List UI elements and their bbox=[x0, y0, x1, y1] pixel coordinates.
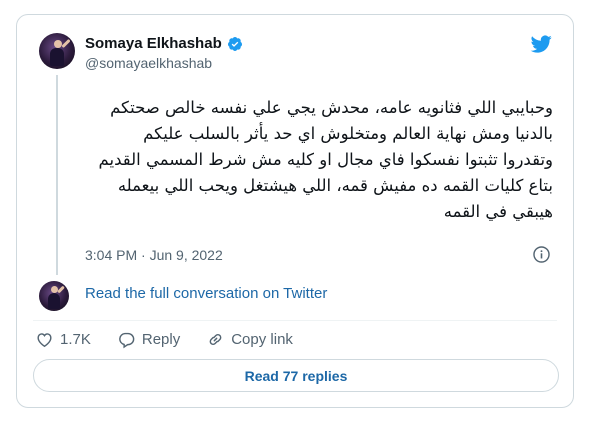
read-full-conversation-link[interactable]: Read the full conversation on Twitter bbox=[85, 285, 327, 302]
tweet-timestamp[interactable]: 3:04 PM · Jun 9, 2022 bbox=[85, 247, 223, 263]
link-icon bbox=[209, 334, 222, 345]
read-replies-button[interactable]: Read 77 replies bbox=[33, 359, 559, 392]
thread-connector-line bbox=[56, 75, 58, 275]
tweet-actions-bar: 1.7K Reply Copy link bbox=[35, 330, 319, 349]
heart-icon bbox=[37, 333, 52, 348]
like-button[interactable]: 1.7K bbox=[35, 330, 91, 349]
like-count: 1.7K bbox=[60, 331, 91, 348]
tweet-text: وحبايبي اللي فثانويه عامه، محدش يجي علي … bbox=[98, 98, 554, 221]
thread-author-avatar[interactable] bbox=[39, 281, 69, 311]
verified-badge-icon bbox=[227, 36, 243, 52]
reply-button[interactable]: Reply bbox=[117, 330, 180, 349]
reply-label: Reply bbox=[141, 331, 181, 348]
info-icon[interactable] bbox=[532, 245, 551, 264]
author-display-name[interactable]: Somaya Elkhashab bbox=[85, 35, 222, 52]
author-avatar[interactable] bbox=[39, 33, 75, 69]
twitter-bird-icon[interactable] bbox=[529, 33, 553, 55]
actions-divider bbox=[33, 320, 557, 321]
author-name-row[interactable]: Somaya Elkhashab bbox=[85, 35, 243, 52]
copy-link-button[interactable]: Copy link bbox=[206, 330, 293, 349]
reply-bubble-icon bbox=[118, 332, 135, 349]
copy-link-label: Copy link bbox=[231, 331, 293, 348]
author-handle[interactable]: @somayaelkhashab bbox=[85, 55, 212, 71]
tweet-embed-card: Somaya Elkhashab @somayaelkhashab وحبايب… bbox=[16, 14, 574, 408]
